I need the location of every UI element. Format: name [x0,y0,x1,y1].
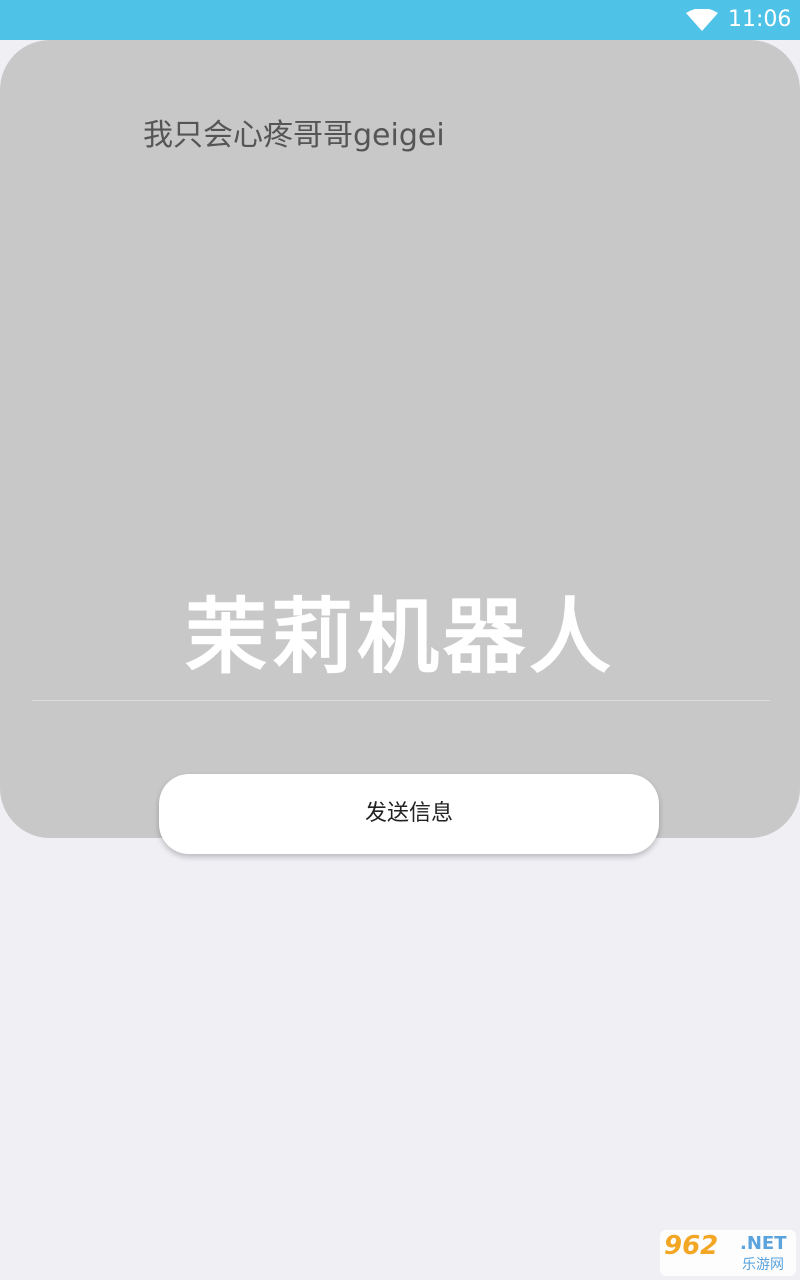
watermark-number: 962 [664,1231,719,1261]
status-bar: 11:06 [0,0,800,40]
wifi-icon [686,9,718,31]
watermark-logo: 962 .NET 乐游网 [660,1230,796,1276]
send-message-button[interactable]: 发送信息 [159,774,659,854]
status-time: 11:06 [728,7,792,32]
robot-card [0,40,800,838]
watermark-subtitle: 乐游网 [742,1257,784,1273]
watermark-net: .NET [740,1233,787,1254]
divider [32,700,770,701]
robot-title: 茉莉机器人 [184,590,615,685]
robot-message: 我只会心疼哥哥geigei [143,118,445,153]
